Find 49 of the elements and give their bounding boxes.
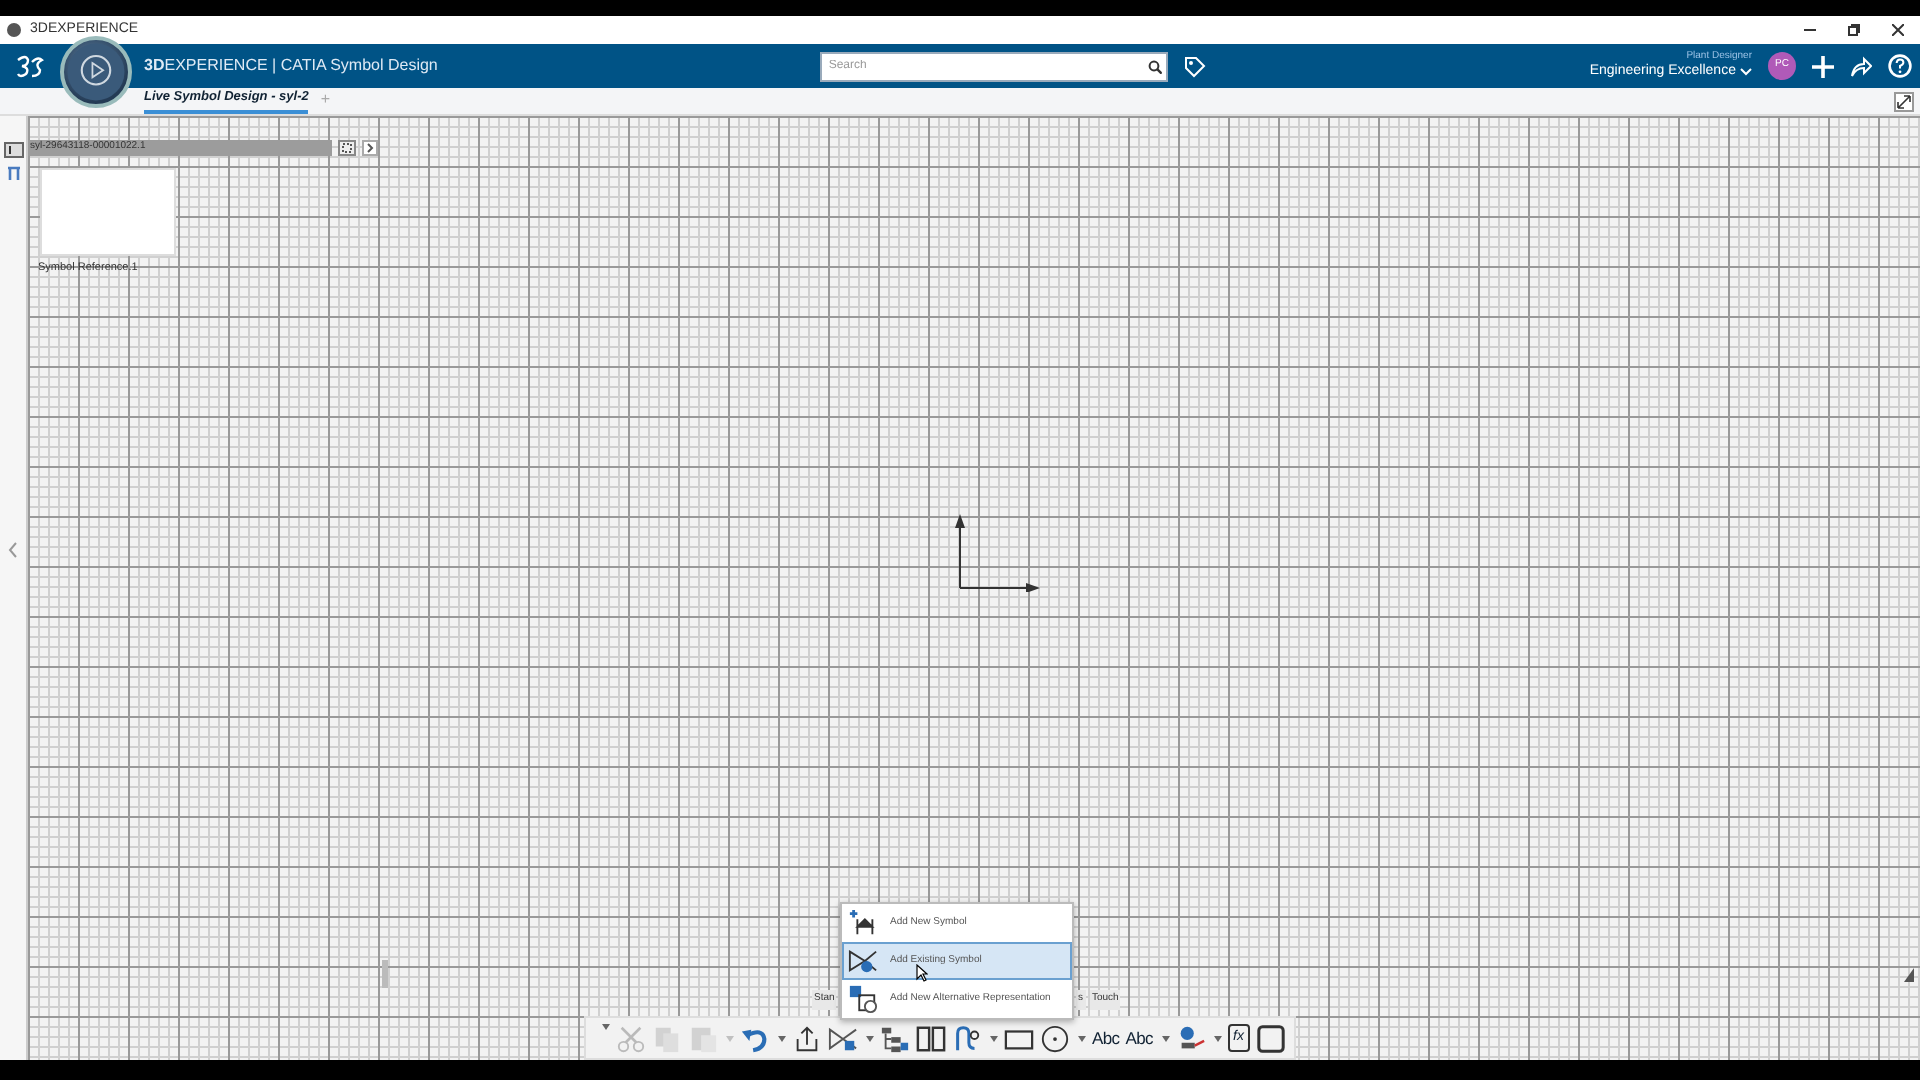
symbol-icon — [848, 908, 878, 938]
collapse-arrow-icon[interactable] — [362, 140, 378, 156]
collapse-caret-icon[interactable] — [602, 1024, 610, 1030]
maximize-icon[interactable] — [1894, 92, 1914, 112]
share-icon[interactable] — [1849, 55, 1872, 77]
fit-icon[interactable] — [338, 140, 356, 156]
tree-icon — [880, 1023, 910, 1053]
cut-icon — [616, 1023, 646, 1053]
caret-icon — [866, 1035, 874, 1041]
export-icon — [792, 1023, 822, 1053]
app-icon — [6, 22, 22, 38]
restore-icon[interactable] — [1848, 24, 1860, 36]
close-icon[interactable] — [1892, 24, 1904, 36]
add-icon[interactable] — [1811, 55, 1834, 77]
app-title: 3DEXPERIENCE | CATIA Symbol Design — [144, 54, 438, 78]
search-icon[interactable] — [1148, 59, 1163, 73]
caret-icon — [990, 1035, 998, 1041]
cursor-icon — [916, 964, 928, 982]
toolbar-button[interactable] — [1040, 1020, 1086, 1056]
toolbar-button[interactable] — [1255, 1020, 1286, 1056]
logo-icon — [16, 54, 44, 78]
frame-icon — [1255, 1023, 1286, 1053]
help-icon[interactable] — [1887, 54, 1912, 78]
caret-icon — [1739, 67, 1752, 76]
symbol-icon — [828, 1023, 858, 1053]
tag-icon[interactable] — [1184, 55, 1207, 77]
tree-icon[interactable] — [6, 166, 22, 182]
toolbar-button[interactable] — [952, 1020, 998, 1056]
paste-icon — [688, 1023, 718, 1053]
symbol-icon — [848, 984, 878, 1014]
copy-icon — [652, 1023, 682, 1053]
caret-icon — [778, 1035, 786, 1041]
symbol-icon — [848, 946, 878, 976]
caret-icon — [1078, 1035, 1086, 1041]
scroll-handle-icon[interactable] — [382, 960, 388, 988]
resize-grip-icon[interactable] — [1904, 968, 1916, 984]
caret-icon — [1161, 1035, 1169, 1041]
circle-icon — [1040, 1023, 1070, 1053]
axis-drawing — [950, 512, 1040, 592]
toolbar-button[interactable]: Abc — [1125, 1020, 1169, 1056]
symbol-thumbnail[interactable] — [40, 168, 176, 256]
route-icon — [952, 1023, 982, 1053]
toolbar-button[interactable]: Abc — [1092, 1020, 1120, 1056]
panel-icon[interactable] — [4, 142, 24, 158]
caret-icon — [1213, 1035, 1221, 1041]
columns-icon — [916, 1023, 946, 1053]
pin-icon — [1175, 1023, 1205, 1053]
minimize-icon[interactable] — [1804, 24, 1816, 36]
caret-icon — [726, 1035, 734, 1041]
